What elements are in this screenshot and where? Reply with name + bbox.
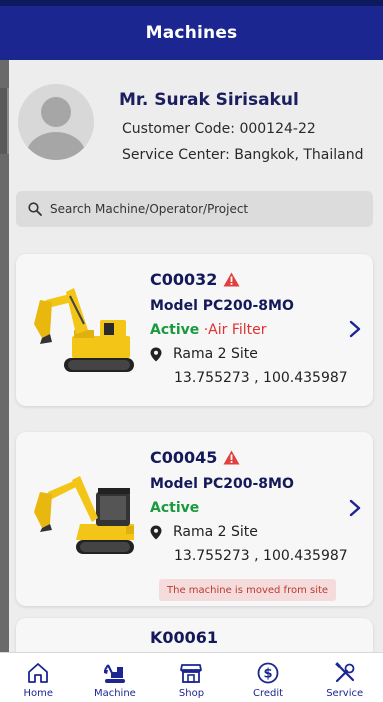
avatar-head [41,97,71,127]
chevron-right-icon[interactable] [349,320,361,338]
nav-label-machine: Machine [93,688,136,699]
nav-label-shop: Shop [178,688,205,699]
machine-card[interactable]: K00061 [16,618,373,652]
drawer-handle[interactable] [0,88,9,154]
bottom-nav: Home Machine Shop $ Credit Service [0,652,383,702]
nav-credit[interactable]: $ Credit [230,653,307,702]
machine-status: Active ·Air Filter [150,322,267,338]
search-placeholder: Search Machine/Operator/Project [50,202,249,216]
home-icon [28,663,49,683]
machine-card[interactable]: C00045 Model PC200-8MO Active Rama 2 Sit… [16,432,373,606]
nav-home[interactable]: Home [0,653,77,702]
excavator-image [34,476,134,554]
machine-model: Model PC200-8MO [150,476,294,492]
excavator-icon [103,664,125,683]
svg-text:$: $ [264,667,273,682]
machine-coordinates: 13.755273 , 100.435987 [174,548,348,564]
page-title: Machines [145,23,238,43]
customer-code: Customer Code: 000124-22 [122,121,316,137]
machine-code-text: C00045 [150,448,218,467]
search-icon [28,202,42,216]
avatar-body [26,132,86,160]
credit-icon: $ [257,662,279,684]
excavator-image [34,288,134,372]
nav-shop[interactable]: Shop [153,653,230,702]
service-center: Service Center: Bangkok, Thailand [122,147,364,163]
shop-icon [180,664,203,683]
site-name: Rama 2 Site [173,346,258,362]
avatar [18,84,94,160]
site-name: Rama 2 Site [173,524,258,540]
machines-screen: Mr. Surak Sirisakul Customer Code: 00012… [9,60,383,652]
machine-model: Model PC200-8MO [150,298,294,314]
status-active: Active [150,322,200,338]
chevron-right-icon[interactable] [349,499,361,517]
customer-name: Mr. Surak Sirisakul [119,90,299,110]
machine-code: C00045 [150,448,240,467]
warning-icon [223,272,240,287]
nav-label-service: Service [326,688,364,699]
warning-icon [223,450,240,465]
nav-machine[interactable]: Machine [77,653,154,702]
app-header: Machines [0,6,383,60]
search-input[interactable]: Search Machine/Operator/Project [16,191,373,227]
status-separator: · [199,322,209,338]
machine-code: K00061 [150,628,219,647]
location-pin-icon [150,525,162,539]
machine-code-text: C00032 [150,270,218,289]
status-alert: Air Filter [208,322,267,338]
location-pin-icon [150,347,162,361]
machine-status: Active [150,500,199,516]
machine-code: C00032 [150,270,240,289]
machine-coordinates: 13.755273 , 100.435987 [174,370,348,386]
nav-service[interactable]: Service [306,653,383,702]
moved-from-site-notice: The machine is moved from site [159,579,337,601]
service-tools-icon [334,662,355,683]
nav-label-home: Home [23,688,54,699]
machine-site: Rama 2 Site [150,346,258,362]
nav-label-credit: Credit [253,688,284,699]
customer-profile: Mr. Surak Sirisakul Customer Code: 00012… [9,60,383,180]
machine-card[interactable]: C00032 Model PC200-8MO Active ·Air Filte… [16,254,373,406]
status-active: Active [150,500,200,516]
machine-site: Rama 2 Site [150,524,258,540]
